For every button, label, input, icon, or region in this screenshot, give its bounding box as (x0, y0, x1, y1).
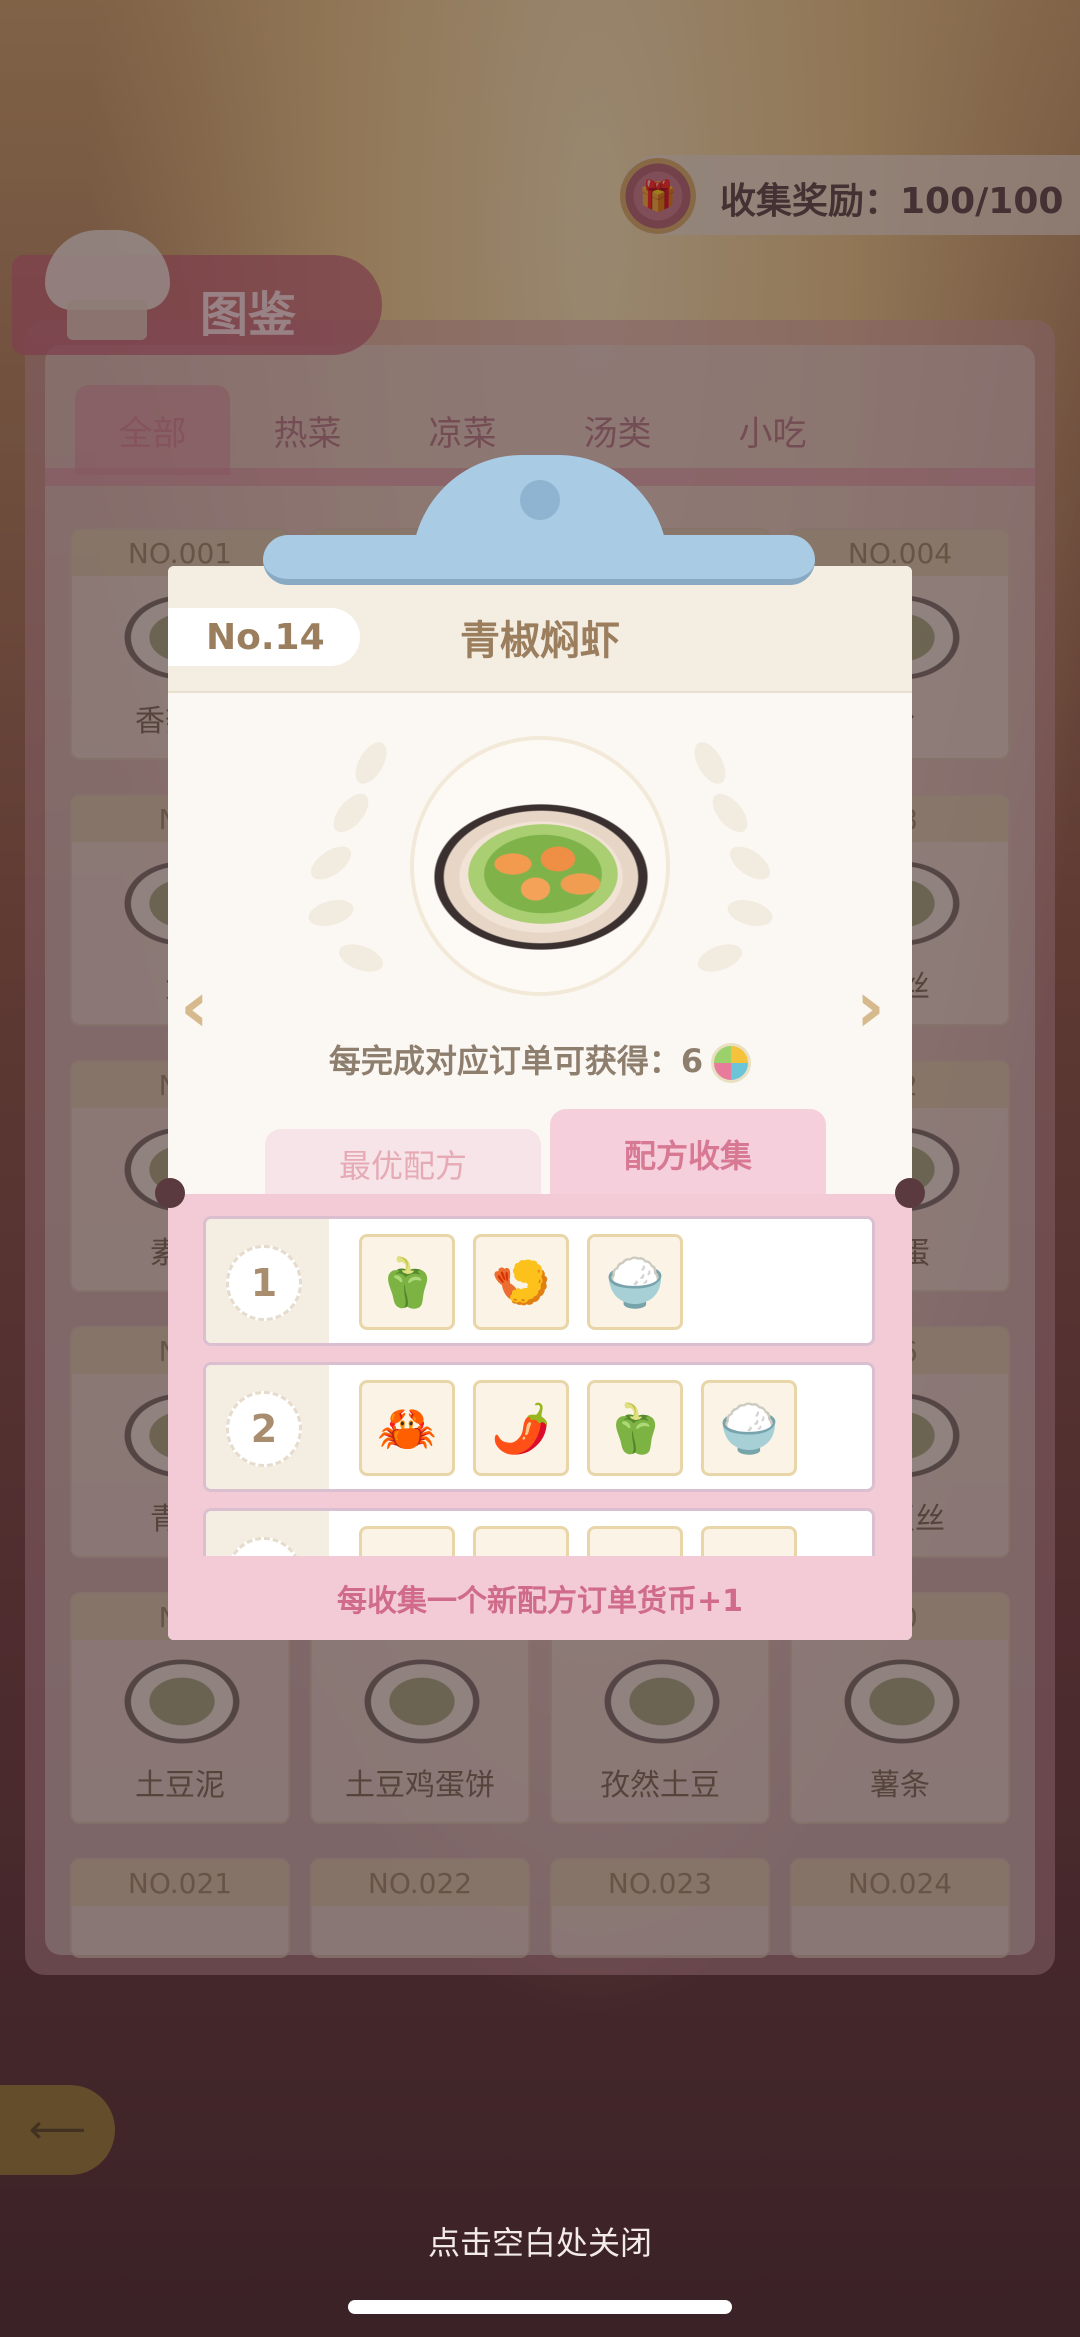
clipboard-bar (263, 535, 815, 585)
recipe-index: 2 (226, 1391, 302, 1467)
dish-number-badge: No.14 (168, 608, 360, 666)
modal-pin-right (895, 1178, 925, 1208)
recipe-row: 2 🦀 🌶️ 🫑 🍚 (203, 1362, 875, 1492)
ingredient-icon (473, 1526, 569, 1556)
recipe-row: 1 🫑 🍤 🍚 (203, 1216, 875, 1346)
flour-icon: 🍚 (587, 1234, 683, 1330)
modal-pin-left (155, 1178, 185, 1208)
green-pepper-icon: 🫑 (359, 1234, 455, 1330)
collection-footer: 每收集一个新配方订单货币+1 (168, 1556, 912, 1640)
red-chili-icon: 🌶️ (473, 1380, 569, 1476)
crab-icon: 🦀 (359, 1380, 455, 1476)
tab-optimal-recipe[interactable]: 最优配方 (265, 1129, 541, 1199)
green-pepper-icon: 🫑 (587, 1380, 683, 1476)
ingredient-icon (359, 1526, 455, 1556)
laurel-right-icon (672, 731, 802, 996)
order-reward-text: 每完成对应订单可获得：6 (328, 1042, 704, 1080)
order-reward-line: 每完成对应订单可获得：6 (168, 1036, 912, 1083)
recipe-row (203, 1508, 875, 1556)
tab-recipe-collection[interactable]: 配方收集 (550, 1109, 826, 1199)
laurel-left-icon (278, 731, 408, 996)
home-indicator[interactable] (348, 2300, 732, 2314)
clipboard-hole (520, 480, 560, 520)
order-coin-icon (711, 1043, 752, 1083)
ingredient-icon (701, 1526, 797, 1556)
recipe-list[interactable]: 1 🫑 🍤 🍚 2 🦀 🌶️ 🫑 🍚 (203, 1216, 875, 1556)
ingredient-icon (587, 1526, 683, 1556)
dish-detail-modal: 青椒焖虾 No.14 ‹ › 每完成对应订单可获得：6 最优配方 配方收集 1 … (168, 566, 912, 1640)
shrimp-pepper-dish-image (468, 824, 618, 924)
flour-icon: 🍚 (701, 1380, 797, 1476)
close-hint[interactable]: 点击空白处关闭 (0, 2218, 1080, 2264)
shrimp-icon: 🍤 (473, 1234, 569, 1330)
recipe-index: 1 (226, 1245, 302, 1321)
